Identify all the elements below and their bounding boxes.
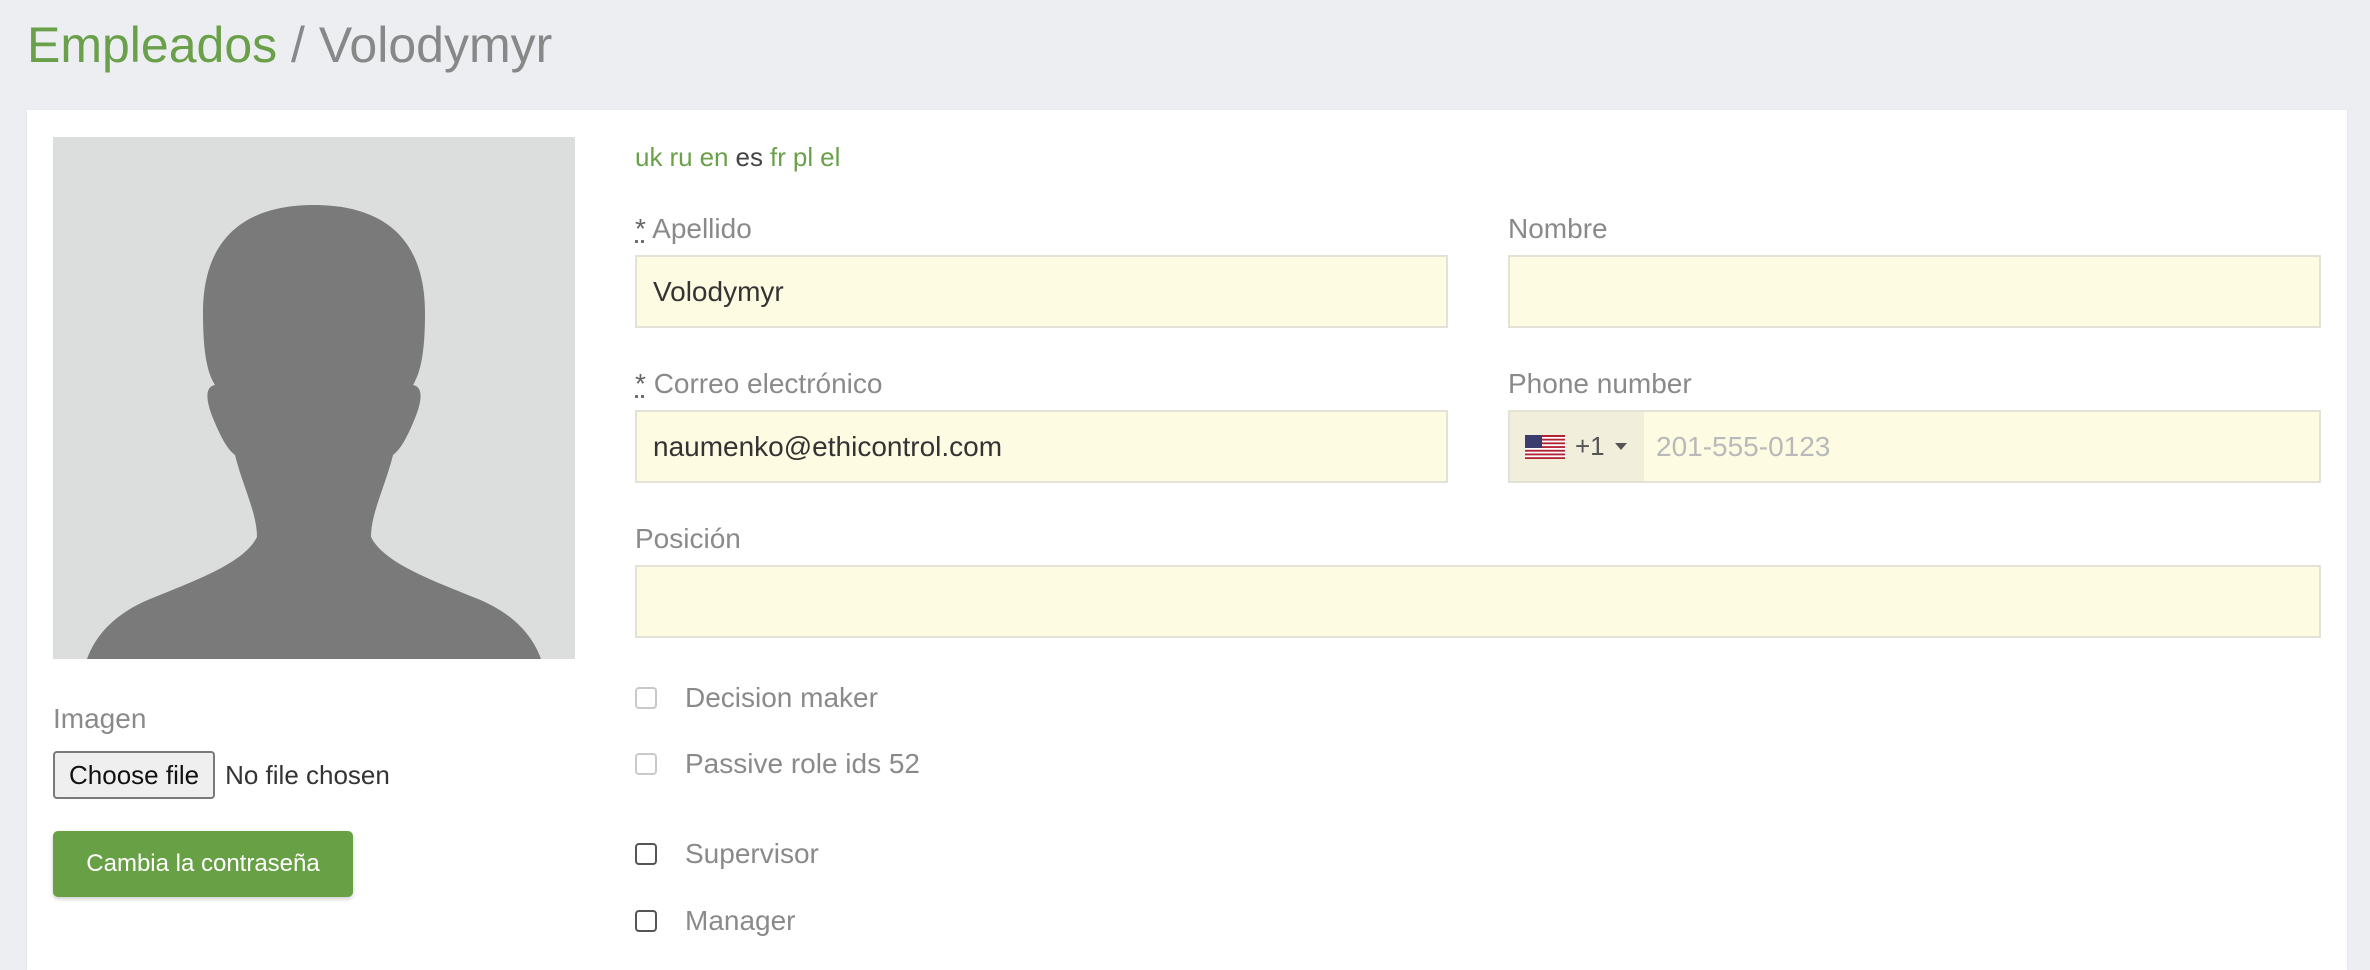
employee-form-card: Imagen Choose file No file chosen Cambia… — [27, 110, 2347, 970]
phone-number-label: Phone number — [1508, 368, 1692, 399]
phone-number-input[interactable]: 201-555-0123 — [1644, 412, 2319, 481]
breadcrumb-employees-link[interactable]: Empleados — [27, 17, 277, 73]
passive-role-checkbox — [635, 753, 657, 775]
no-file-chosen-text: No file chosen — [225, 759, 390, 790]
person-silhouette-icon — [53, 137, 575, 659]
checkbox-label: Passive role ids 52 — [685, 748, 921, 779]
checkbox-manager[interactable]: Manager — [635, 901, 796, 941]
required-marker: * — [635, 368, 646, 399]
breadcrumb-employee-name: Volodymyr — [318, 17, 553, 73]
decision-maker-checkbox — [635, 687, 657, 709]
manager-checkbox[interactable] — [635, 910, 657, 932]
phone-number-field: +1 201-555-0123 — [1508, 410, 2321, 483]
last-name-input[interactable]: Volodymyr — [635, 255, 1448, 328]
email-label: * Correo electrónico — [635, 368, 883, 399]
lang-link-el[interactable]: el — [820, 142, 840, 172]
last-name-label: * Apellido — [635, 213, 752, 244]
lang-link-en[interactable]: en — [700, 142, 729, 172]
lang-current-es: es — [735, 142, 763, 172]
checkbox-label[interactable]: Manager — [685, 905, 796, 937]
email-input[interactable]: naumenko@ethicontrol.com — [635, 410, 1448, 483]
breadcrumb-separator: / — [277, 17, 319, 73]
lang-link-pl[interactable]: pl — [793, 142, 813, 172]
language-switcher: uk ru en es fr pl el — [635, 140, 847, 174]
lang-link-ru[interactable]: ru — [669, 142, 692, 172]
checkbox-label: Decision maker — [685, 682, 878, 713]
first-name-label: Nombre — [1508, 213, 1608, 244]
caret-down-icon — [1614, 443, 1627, 450]
avatar-placeholder — [53, 137, 575, 659]
checkbox-label[interactable]: Supervisor — [685, 838, 819, 870]
phone-dial-code: +1 — [1575, 431, 1605, 461]
change-password-button[interactable]: Cambia la contraseña — [53, 831, 353, 897]
choose-file-button[interactable]: Choose file — [53, 751, 216, 799]
first-name-input[interactable] — [1508, 255, 2321, 328]
checkbox-supervisor[interactable]: Supervisor — [635, 834, 819, 874]
lang-link-fr[interactable]: fr — [770, 142, 786, 172]
position-label: Posición — [635, 523, 741, 554]
image-file-input[interactable]: Choose file No file chosen — [53, 750, 390, 800]
us-flag-icon — [1525, 434, 1565, 459]
required-marker: * — [635, 213, 646, 244]
checkbox-passive-role: Passive role ids 52 — [635, 744, 920, 784]
page-title: Empleados / Volodymyr — [27, 14, 552, 76]
supervisor-checkbox[interactable] — [635, 843, 657, 865]
lang-link-uk[interactable]: uk — [635, 142, 662, 172]
position-input[interactable] — [635, 565, 2321, 638]
checkbox-decision-maker: Decision maker — [635, 678, 878, 718]
phone-country-selector[interactable]: +1 — [1510, 412, 1644, 481]
image-label: Imagen — [53, 703, 147, 734]
